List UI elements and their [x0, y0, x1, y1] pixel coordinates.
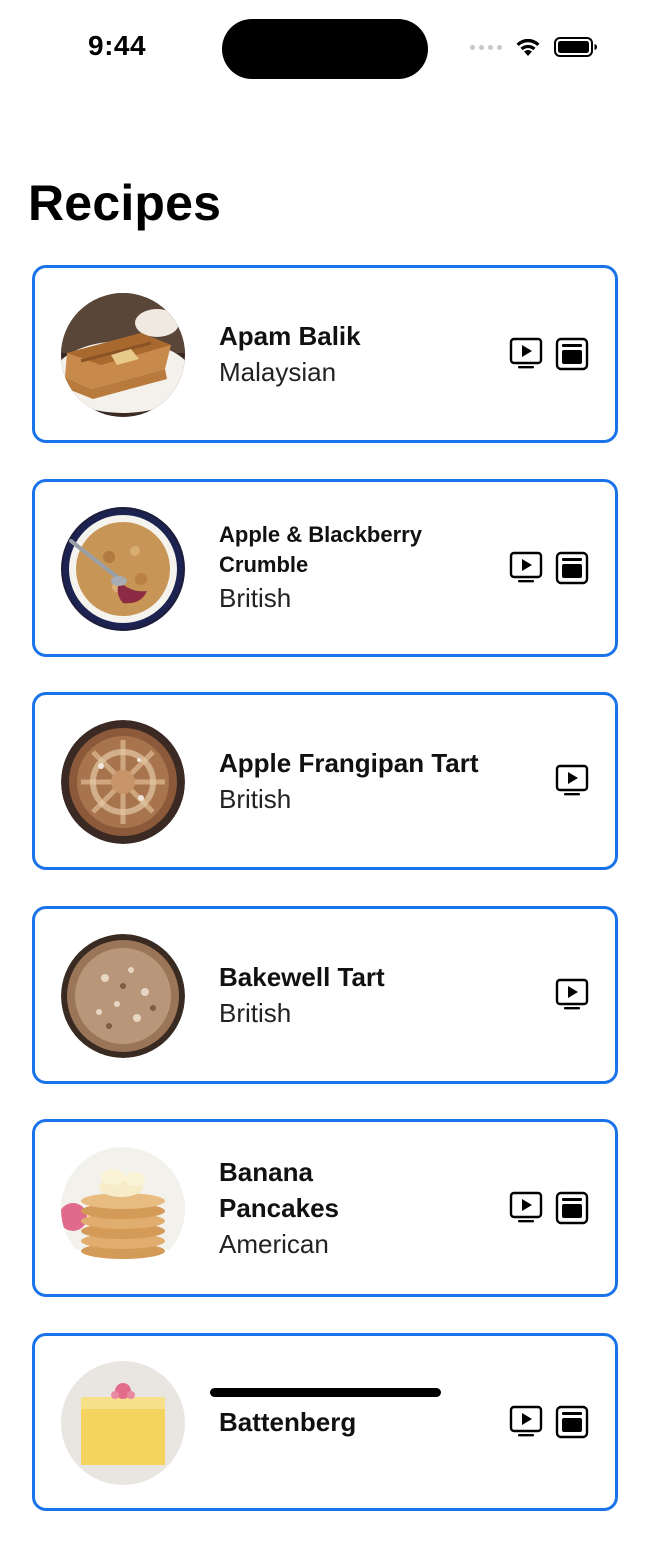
- status-bar: 9:44: [0, 0, 650, 96]
- recipe-actions: [555, 764, 589, 798]
- recipe-name: Banana Pancakes: [219, 1157, 339, 1223]
- recipe-card-apple-blackberry-crumble[interactable]: Apple & Blackberry Crumble British: [32, 478, 618, 657]
- cellular-signal-icon: [470, 44, 502, 50]
- recipe-actions: [509, 337, 589, 371]
- recipe-card-apam-balik[interactable]: Apam Balik Malaysian: [32, 265, 618, 443]
- recipe-thumbnail-apam-balik: [61, 293, 185, 417]
- home-indicator[interactable]: [210, 1388, 441, 1397]
- status-time: 9:44: [88, 30, 147, 61]
- recipe-area: British: [219, 784, 292, 814]
- source-card-icon[interactable]: [555, 551, 589, 585]
- play-video-icon[interactable]: [509, 551, 543, 585]
- recipe-list: Apam Balik Malaysian Apple & Blackberry …: [32, 265, 618, 1546]
- recipe-area: American: [219, 1229, 329, 1259]
- recipe-actions: [555, 978, 589, 1012]
- recipe-area: Malaysian: [219, 357, 337, 387]
- dynamic-island: [222, 19, 428, 79]
- recipe-area: British: [219, 582, 292, 613]
- recipe-area: British: [219, 997, 292, 1028]
- recipe-actions: [509, 1191, 589, 1225]
- recipe-name: Apple & Blackberry Crumble: [219, 521, 422, 577]
- recipe-card-banana-pancakes[interactable]: Banana Pancakes American: [32, 1119, 618, 1297]
- recipe-text: Bakewell Tart British: [219, 909, 479, 1081]
- recipe-card-battenberg[interactable]: Battenberg: [32, 1332, 618, 1511]
- battery-icon: [554, 37, 597, 57]
- recipe-name: Bakewell Tart: [219, 961, 385, 992]
- recipe-thumbnail-apple-blackberry-crumble: [61, 506, 185, 631]
- recipe-name: Apam Balik: [219, 321, 361, 351]
- play-video-icon[interactable]: [555, 764, 589, 798]
- recipe-card-apple-frangipan-tart[interactable]: Apple Frangipan Tart British: [32, 692, 618, 870]
- recipe-name: Apple Frangipan Tart: [219, 748, 479, 778]
- recipe-thumbnail-bakewell-tart: [61, 933, 185, 1058]
- recipe-text: Apple & Blackberry Crumble British: [219, 482, 479, 654]
- recipe-name: Battenberg: [219, 1406, 357, 1437]
- play-video-icon[interactable]: [555, 978, 589, 1012]
- recipe-thumbnail-apple-frangipan-tart: [61, 720, 185, 844]
- status-icons: [470, 36, 598, 58]
- page-title: Recipes: [28, 175, 222, 231]
- recipe-actions: [509, 551, 589, 585]
- recipe-text: Battenberg: [219, 1336, 479, 1508]
- wifi-icon: [516, 38, 540, 56]
- recipe-text: Apam Balik Malaysian: [219, 268, 479, 440]
- play-video-icon[interactable]: [509, 337, 543, 371]
- recipe-card-bakewell-tart[interactable]: Bakewell Tart British: [32, 905, 618, 1084]
- recipe-text: Banana Pancakes American: [219, 1122, 479, 1294]
- recipe-text: Apple Frangipan Tart British: [219, 695, 479, 867]
- source-card-icon[interactable]: [555, 337, 589, 371]
- play-video-icon[interactable]: [509, 1191, 543, 1225]
- recipe-thumbnail-battenberg: [61, 1360, 185, 1485]
- source-card-icon[interactable]: [555, 1191, 589, 1225]
- recipe-thumbnail-banana-pancakes: [61, 1147, 185, 1271]
